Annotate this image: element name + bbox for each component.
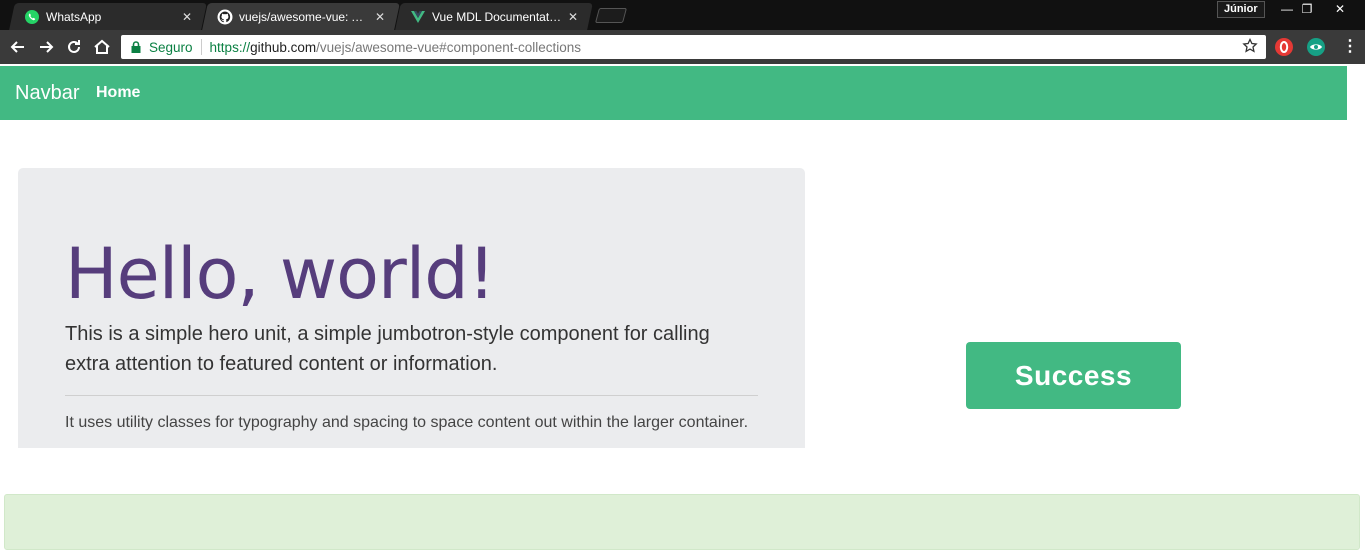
tab-vue-mdl[interactable]: Vue MDL Documentation ✕	[395, 3, 593, 30]
opera-extension-icon[interactable]	[1275, 38, 1293, 56]
url-scheme: https://	[209, 39, 251, 55]
close-tab-icon[interactable]: ✕	[180, 10, 194, 24]
secure-label: Seguro	[149, 39, 193, 55]
jumbotron-title: Hello, world!	[65, 233, 496, 315]
divider	[65, 395, 758, 396]
url-host: github.com	[250, 39, 317, 55]
address-separator	[200, 39, 202, 55]
jumbotron-lead: This is a simple hero unit, a simple jum…	[65, 323, 710, 375]
browser-title-bar: WhatsApp ✕ vuejs/awesome-vue: A cu ✕ Vue…	[0, 0, 1365, 30]
eye-extension-icon[interactable]	[1307, 38, 1325, 56]
navbar: Navbar Home	[0, 66, 1347, 120]
close-window-button[interactable]: ✕	[1323, 0, 1357, 18]
close-tab-icon[interactable]: ✕	[566, 10, 580, 24]
vue-icon	[410, 9, 426, 25]
tab-title: vuejs/awesome-vue: A cu	[239, 9, 369, 24]
url-path: /vuejs/awesome-vue#component-collections	[316, 39, 582, 55]
tab-whatsapp[interactable]: WhatsApp ✕	[9, 3, 207, 30]
whatsapp-icon	[24, 9, 40, 25]
address-bar[interactable]: Seguro https://github.com/vuejs/awesome-…	[121, 35, 1266, 59]
profile-button[interactable]: Júnior	[1217, 1, 1265, 18]
reload-icon[interactable]	[64, 37, 84, 57]
close-tab-icon[interactable]: ✕	[373, 10, 387, 24]
success-button[interactable]: Success	[966, 342, 1181, 409]
tab-github-awesome-vue[interactable]: vuejs/awesome-vue: A cu ✕	[202, 3, 400, 30]
success-alert	[4, 494, 1360, 550]
home-icon[interactable]	[92, 37, 112, 57]
back-arrow-icon[interactable]	[8, 37, 28, 57]
bookmark-star-icon[interactable]	[1242, 37, 1258, 54]
jumbotron: Hello, world! This is a simple hero unit…	[18, 168, 805, 448]
navbar-brand[interactable]: Navbar	[15, 82, 79, 105]
forward-arrow-icon[interactable]	[36, 37, 56, 57]
lock-icon[interactable]	[130, 40, 142, 54]
new-tab-button[interactable]	[594, 8, 628, 23]
nav-link-home[interactable]: Home	[96, 84, 140, 102]
tab-title: Vue MDL Documentation	[432, 9, 562, 24]
browser-menu-icon[interactable]: ⋮	[1342, 38, 1358, 56]
github-icon	[217, 9, 233, 25]
jumbotron-body: It uses utility classes for typography a…	[65, 414, 749, 431]
restore-button[interactable]: ❐	[1290, 0, 1324, 18]
tab-title: WhatsApp	[46, 9, 102, 24]
